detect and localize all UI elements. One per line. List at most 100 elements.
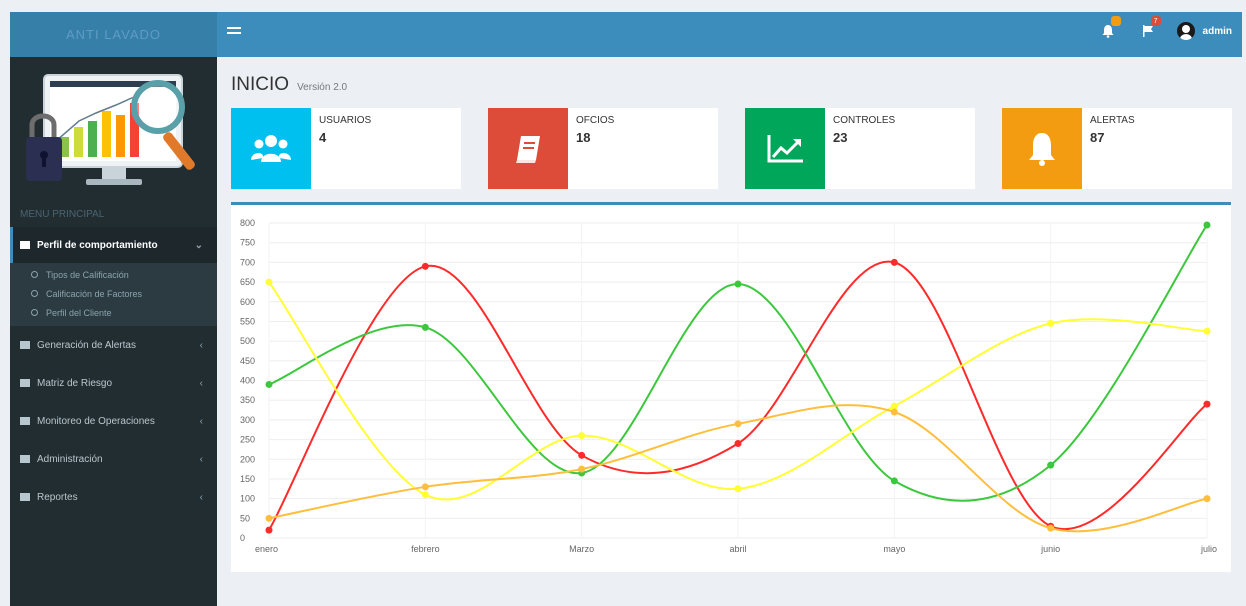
- list-icon: [20, 241, 30, 249]
- sidebar-subitem-calificacion[interactable]: Calificación de Factores: [10, 284, 217, 303]
- navbar-right: 7 admin: [1097, 16, 1232, 42]
- data-point: [421, 483, 429, 491]
- y-tick-label: 400: [240, 376, 255, 386]
- sidebar-toggle-icon[interactable]: [227, 27, 241, 39]
- circle-icon: [31, 309, 38, 316]
- y-tick-label: 500: [240, 336, 255, 346]
- info-box-value: 87: [1090, 130, 1105, 145]
- data-point: [421, 262, 429, 270]
- info-box-alertas[interactable]: ALERTAS 87: [1002, 108, 1232, 189]
- sidebar-subitem-label: Tipos de Calificación: [46, 269, 129, 280]
- bell-icon: [1002, 108, 1082, 189]
- y-tick-label: 250: [240, 435, 255, 445]
- data-point: [1203, 221, 1211, 229]
- data-point: [890, 477, 898, 485]
- page-title: INICIO: [231, 74, 290, 95]
- logo-text: ANTI LAVADO: [65, 27, 162, 42]
- x-tick-label: enero: [255, 544, 278, 554]
- data-point: [578, 451, 586, 459]
- info-box-label: OFCIOS: [576, 115, 615, 126]
- y-tick-label: 50: [240, 513, 250, 523]
- user-menu[interactable]: admin: [1176, 22, 1232, 40]
- y-tick-label: 200: [240, 454, 255, 464]
- users-icon: [231, 108, 311, 189]
- chevron-left-icon: ‹: [199, 453, 203, 465]
- x-tick-label: febrero: [411, 544, 440, 554]
- y-tick-label: 550: [240, 316, 255, 326]
- book-icon: [488, 108, 568, 189]
- data-point: [265, 278, 273, 286]
- y-tick-label: 800: [240, 218, 255, 228]
- list-icon: [20, 341, 30, 349]
- chevron-left-icon: ‹: [199, 339, 203, 351]
- user-name: admin: [1202, 25, 1232, 37]
- x-tick-label: mayo: [883, 544, 905, 554]
- y-tick-label: 0: [240, 533, 245, 543]
- page-header: INICIO Versión 2.0: [231, 74, 347, 96]
- data-point: [265, 380, 273, 388]
- sidebar-item-administracion[interactable]: Administración ‹: [10, 440, 217, 478]
- data-point: [1203, 400, 1211, 408]
- sidebar-item-label: Perfil de comportamiento: [37, 239, 158, 251]
- sidebar-item-label: Administración: [37, 453, 103, 465]
- notifications-badge: [1110, 16, 1121, 26]
- info-box-value: 23: [833, 130, 848, 145]
- info-box-oficios[interactable]: OFCIOS 18: [488, 108, 718, 189]
- data-point: [1047, 524, 1055, 532]
- sidebar-item-label: Reportes: [37, 491, 78, 503]
- sidebar-item-monitoreo[interactable]: Monitoreo de Operaciones ‹: [10, 402, 217, 440]
- notifications-bell-icon[interactable]: [1097, 16, 1121, 42]
- sidebar-item-alertas[interactable]: Generación de Alertas ‹: [10, 326, 217, 364]
- data-point: [890, 408, 898, 416]
- sidebar-subitem-label: Calificación de Factores: [46, 288, 143, 299]
- sidebar-item-perfil[interactable]: Perfil de comportamiento ⌄: [10, 227, 217, 263]
- list-icon: [20, 379, 30, 387]
- x-tick-label: junio: [1040, 544, 1060, 554]
- sidebar-item-label: Monitoreo de Operaciones: [37, 415, 155, 427]
- sidebar-item-label: Generación de Alertas: [37, 339, 136, 351]
- info-box-label: CONTROLES: [833, 115, 896, 126]
- sidebar-subitem-tipos[interactable]: Tipos de Calificación: [10, 265, 217, 284]
- data-point: [734, 420, 742, 428]
- sidebar-item-matriz[interactable]: Matriz de Riesgo ‹: [10, 364, 217, 402]
- chevron-left-icon: ‹: [199, 377, 203, 389]
- data-point: [421, 323, 429, 331]
- sidebar-menu: Perfil de comportamiento ⌄ Tipos de Cali…: [10, 227, 217, 516]
- info-box-usuarios[interactable]: USUARIOS 4: [231, 108, 461, 189]
- y-tick-label: 450: [240, 356, 255, 366]
- x-tick-label: Marzo: [569, 544, 594, 554]
- sidebar-subitem-perfil-cliente[interactable]: Perfil del Cliente: [10, 303, 217, 322]
- data-point: [1203, 327, 1211, 335]
- sidebar: MENU PRINCIPAL Perfil de comportamiento …: [10, 57, 217, 606]
- chevron-down-icon: ⌄: [194, 239, 203, 251]
- data-point: [734, 485, 742, 493]
- data-point: [578, 465, 586, 473]
- y-tick-label: 750: [240, 238, 255, 248]
- x-tick-label: abril: [729, 544, 746, 554]
- list-icon: [20, 493, 30, 501]
- app-frame: ANTI LAVADO 7 admin MENU PRINCIPAL Perfi…: [10, 12, 1242, 606]
- chart-panel: 0 50 100 150 200 250 300 350 400 450 500 550 600 650 7…: [231, 202, 1231, 572]
- circle-icon: [31, 271, 38, 278]
- trend-chart-icon: [745, 108, 825, 189]
- y-tick-label: 700: [240, 257, 255, 267]
- line-chart: 0 50 100 150 200 250 300 350 400 450 500 550 600 650 7…: [240, 218, 1217, 554]
- info-box-value: 18: [576, 130, 591, 145]
- data-point: [1203, 495, 1211, 503]
- y-tick-label: 300: [240, 415, 255, 425]
- y-tick-label: 600: [240, 297, 255, 307]
- y-tick-label: 350: [240, 395, 255, 405]
- app-logo[interactable]: ANTI LAVADO: [10, 12, 217, 57]
- y-tick-label: 650: [240, 277, 255, 287]
- y-tick-label: 100: [240, 494, 255, 504]
- flags-badge: 7: [1150, 16, 1161, 26]
- data-point: [734, 280, 742, 288]
- flag-icon[interactable]: 7: [1137, 16, 1161, 42]
- data-point: [734, 440, 742, 447]
- data-point: [1047, 319, 1055, 327]
- data-point: [421, 491, 429, 499]
- info-box-controles[interactable]: CONTROLES 23: [745, 108, 975, 189]
- user-avatar-icon: [1176, 22, 1195, 40]
- sidebar-item-reportes[interactable]: Reportes ‹: [10, 478, 217, 516]
- sidebar-banner-image: [26, 74, 195, 185]
